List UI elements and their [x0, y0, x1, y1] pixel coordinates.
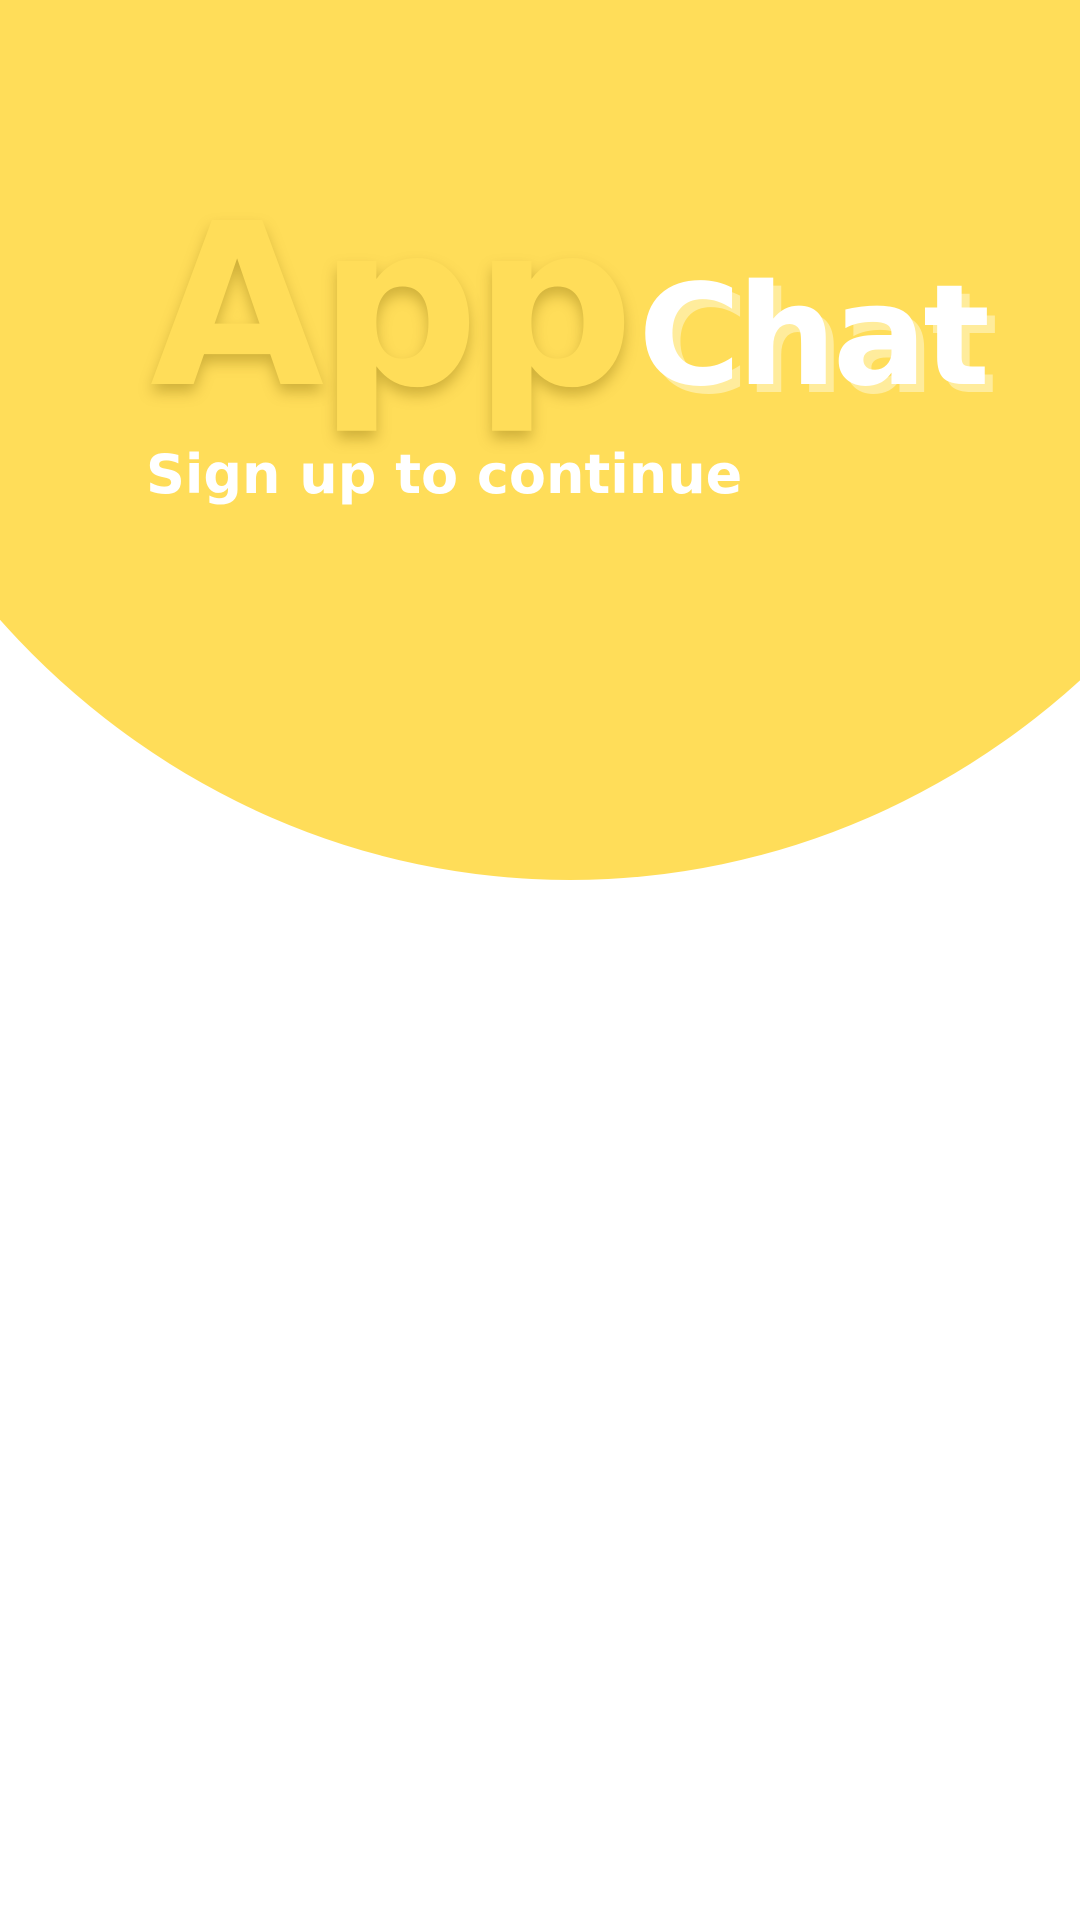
logo-text-chat: Chat	[638, 255, 990, 418]
logo-text-app: App	[150, 176, 634, 438]
app-logo: App Chat	[150, 176, 990, 438]
page-subtitle: Sign up to continue	[146, 443, 743, 506]
hero-background	[0, 0, 1080, 880]
signup-screen: App Chat Sign up to continue	[0, 0, 1080, 1920]
